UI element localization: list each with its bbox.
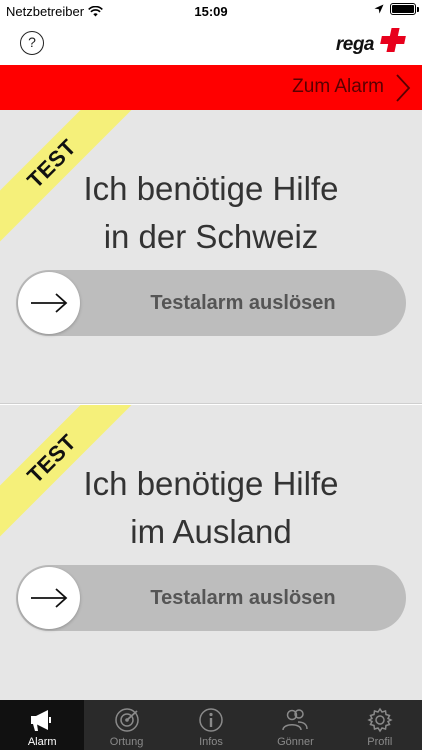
nav-bar: ? rega: [0, 22, 422, 65]
arrow-right-icon: [31, 588, 68, 608]
panel-title-line1: Ich benötige Hilfe: [83, 465, 339, 502]
zum-alarm-link[interactable]: Zum Alarm: [292, 76, 384, 98]
people-icon: [282, 709, 309, 731]
tab-bar: Alarm Ortung Infos Gönner Profil: [0, 700, 422, 750]
test-alarm-slider[interactable]: Testalarm auslösen: [16, 270, 406, 336]
alarm-panel-abroad: TEST Ich benötige Hilfe im Ausland Testa…: [0, 405, 422, 700]
info-icon: [199, 708, 223, 732]
chevron-right-icon[interactable]: [394, 73, 412, 103]
megaphone-icon: [31, 710, 52, 731]
alarm-strip[interactable]: Zum Alarm: [0, 65, 422, 110]
slider-label: Testalarm auslösen: [150, 292, 336, 314]
panel-title-line1: Ich benötige Hilfe: [83, 170, 339, 207]
location-arrow-icon: [374, 4, 384, 14]
tab-infos[interactable]: Infos: [169, 700, 253, 750]
tab-profil[interactable]: Profil: [338, 700, 422, 750]
panel-title: Ich benötige Hilfe im Ausland: [0, 460, 422, 556]
alarm-panel-switzerland: TEST Ich benötige Hilfe in der Schweiz T…: [0, 110, 422, 404]
rega-cross-icon: [380, 28, 406, 52]
panel-title: Ich benötige Hilfe in der Schweiz: [0, 165, 422, 261]
arrow-right-icon: [31, 293, 68, 313]
panel-title-line2: in der Schweiz: [103, 218, 319, 255]
gear-icon: [367, 707, 393, 733]
logo-text: rega: [335, 34, 375, 55]
slider-knob[interactable]: [18, 272, 80, 334]
rega-logo: rega: [336, 26, 408, 58]
location-radar-icon: [114, 708, 139, 732]
status-right: [374, 3, 419, 15]
status-bar: Netzbetreiber 15:09: [0, 0, 422, 22]
tab-goenner[interactable]: Gönner: [253, 700, 337, 750]
panel-title-line2: im Ausland: [130, 513, 292, 550]
tab-ortung[interactable]: Ortung: [84, 700, 168, 750]
slider-label: Testalarm auslösen: [150, 587, 336, 609]
status-time: 15:09: [194, 4, 228, 19]
tab-alarm[interactable]: Alarm: [0, 700, 85, 750]
slider-knob[interactable]: [18, 567, 80, 629]
battery-icon: [390, 3, 419, 15]
test-alarm-slider[interactable]: Testalarm auslösen: [16, 565, 406, 631]
help-button[interactable]: ?: [20, 31, 44, 55]
